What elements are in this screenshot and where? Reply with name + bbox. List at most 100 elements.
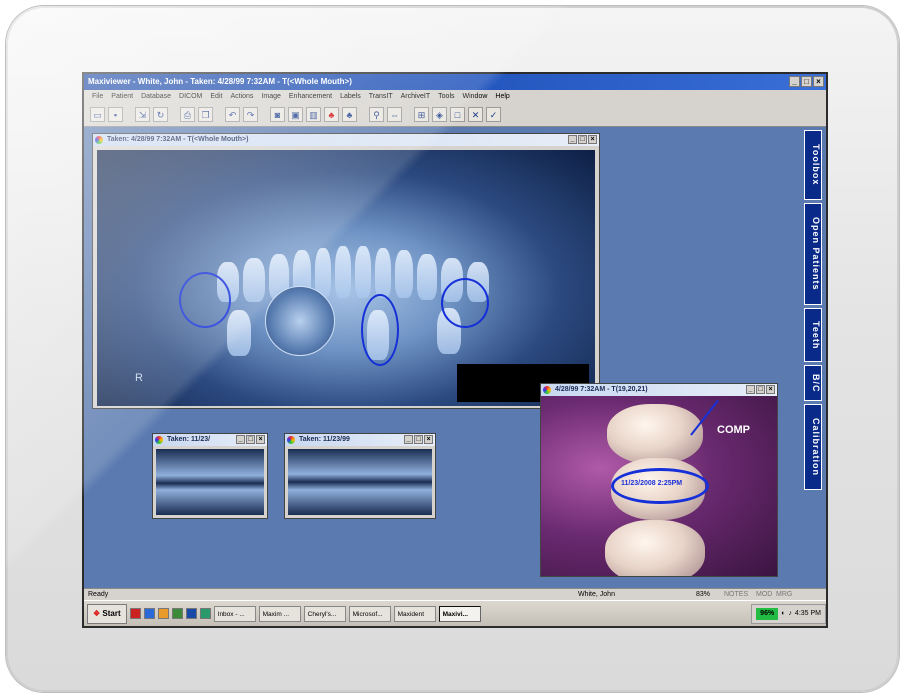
tab-open-patients[interactable]: Open Patients [804, 203, 822, 305]
menu-tools[interactable]: Tools [438, 90, 454, 103]
bitewing-1-titlebar: Taken: 11/23/ _ □ × [153, 434, 267, 446]
bitewing-1-minimize-button[interactable]: _ [236, 435, 245, 444]
tab-bc[interactable]: B/C [804, 365, 822, 401]
taskbar-item-cheryl[interactable]: Cheryl's... [303, 605, 346, 622]
side-tab-strip: Toolbox Open Patients Teeth B/C Calibrat… [804, 130, 822, 490]
search-icon[interactable]: ⚲ [369, 107, 384, 122]
magnifier-lens[interactable] [265, 286, 335, 356]
tooth [243, 258, 265, 302]
bitewing-window-1[interactable]: Taken: 11/23/ _ □ × [152, 433, 268, 519]
color-icon[interactable]: ◈ [432, 107, 447, 122]
quick-launch-app-icon[interactable] [143, 608, 155, 619]
menu-file[interactable]: File [92, 90, 103, 103]
tooth [395, 250, 413, 298]
tab-calibration[interactable]: Calibration [804, 404, 822, 490]
tooth-crown [605, 520, 705, 576]
intraoral-titlebar: 4/28/99 7:32AM - T(19,20,21) _ □ × [541, 384, 777, 396]
menu-image[interactable]: Image [261, 90, 280, 103]
intraoral-window[interactable]: 4/28/99 7:32AM - T(19,20,21) _ □ × 11/23… [540, 383, 778, 577]
quick-launch-app-icon[interactable] [129, 608, 141, 619]
quick-launch-app-icon[interactable] [157, 608, 169, 619]
taskbar-item-maxim[interactable]: Maxim ... [258, 605, 301, 622]
app-logo-icon [95, 136, 103, 144]
intraoral-maximize-button[interactable]: □ [756, 385, 765, 394]
panoramic-minimize-button[interactable]: _ [568, 135, 577, 144]
bitewing-1-close-button[interactable]: × [256, 435, 265, 444]
cross-tool-icon[interactable]: ✕ [468, 107, 483, 122]
checklist-icon[interactable]: ✓ [486, 107, 501, 122]
measure-icon[interactable]: ⇔ [387, 107, 402, 122]
sensor-icon[interactable]: ▣ [288, 107, 303, 122]
panoramic-window[interactable]: Taken: 4/28/99 7:32AM - T(<Whole Mouth>)… [92, 133, 600, 409]
intraoral-minimize-button[interactable]: _ [746, 385, 755, 394]
layout-icon[interactable]: ⊞ [414, 107, 429, 122]
bitewing-window-2[interactable]: Taken: 11/23/99 _ □ × [284, 433, 436, 519]
bitewing-1-maximize-button[interactable]: □ [246, 435, 255, 444]
redo-icon[interactable]: ↷ [243, 107, 258, 122]
blank-icon[interactable]: □ [450, 107, 465, 122]
tooth-blue-icon[interactable]: ♣ [342, 107, 357, 122]
bitewing-2-minimize-button[interactable]: _ [404, 435, 413, 444]
menu-edit[interactable]: Edit [210, 90, 222, 103]
tab-teeth[interactable]: Teeth [804, 308, 822, 362]
panoramic-maximize-button[interactable]: □ [578, 135, 587, 144]
panoramic-xray-image[interactable]: R [97, 150, 595, 406]
menu-archiveit[interactable]: ArchiveIT [401, 90, 431, 103]
clock[interactable]: 4:35 PM [795, 610, 821, 617]
intraoral-title: 4/28/99 7:32AM - T(19,20,21) [555, 386, 648, 393]
taskbar-item-maxident[interactable]: Maxident [393, 605, 436, 622]
taskbar-item-inbox[interactable]: Inbox - ... [213, 605, 256, 622]
tooth-crown [607, 404, 703, 464]
volume-icon[interactable]: ♪ [788, 610, 792, 617]
menu-labels[interactable]: Labels [340, 90, 361, 103]
menu-help[interactable]: Help [495, 90, 509, 103]
refresh-icon[interactable]: ↻ [153, 107, 168, 122]
tooth-red-icon[interactable]: ♣ [324, 107, 339, 122]
menu-transit[interactable]: TransIT [369, 90, 393, 103]
taskbar-item-maxiviewer[interactable]: Maxivi... [438, 605, 481, 622]
copy-icon[interactable]: ❐ [198, 107, 213, 122]
import-icon[interactable]: ⇲ [135, 107, 150, 122]
intraoral-photo[interactable]: 11/23/2008 2:25PM COMP [541, 396, 777, 576]
bitewing-2-close-button[interactable]: × [424, 435, 433, 444]
annotation-circle[interactable] [179, 272, 231, 328]
maximize-button[interactable]: □ [801, 76, 812, 87]
menu-patient[interactable]: Patient [111, 90, 133, 103]
bitewing-1-title: Taken: 11/23/ [167, 436, 211, 443]
toolbar: ▭ ▪ ⇲ ↻ ⎙ ❐ ↶ ↷ ◙ ▣ ▥ ♣ ♣ ⚲ ⇔ ⊞ ◈ □ ✕ ✓ [84, 103, 826, 127]
menu-actions[interactable]: Actions [230, 90, 253, 103]
panoramic-title: Taken: 4/28/99 7:32AM - T(<Whole Mouth>) [107, 136, 249, 143]
start-button[interactable]: ❖ Start [87, 603, 127, 624]
app-title: Maxiviewer - White, John - Taken: 4/28/9… [88, 77, 352, 86]
panoramic-close-button[interactable]: × [588, 135, 597, 144]
battery-indicator[interactable]: 96% [756, 607, 779, 620]
taskbar-item-microsoft[interactable]: Microsof... [348, 605, 391, 622]
quick-launch-app-icon[interactable] [185, 608, 197, 619]
minimize-button[interactable]: _ [789, 76, 800, 87]
film-icon[interactable]: ▥ [306, 107, 321, 122]
annotation-circle[interactable] [441, 278, 489, 328]
print-icon[interactable]: ⎙ [180, 107, 195, 122]
quick-launch-app-icon[interactable] [199, 608, 211, 619]
bitewing-2-maximize-button[interactable]: □ [414, 435, 423, 444]
tooth [417, 254, 437, 300]
menu-window[interactable]: Window [463, 90, 488, 103]
bitewing-2-titlebar: Taken: 11/23/99 _ □ × [285, 434, 435, 446]
close-button[interactable]: × [813, 76, 824, 87]
intraoral-close-button[interactable]: × [766, 385, 775, 394]
tab-toolbox[interactable]: Toolbox [804, 130, 822, 200]
menu-dicom[interactable]: DICOM [179, 90, 202, 103]
camera-icon[interactable]: ◙ [270, 107, 285, 122]
bitewing-2-xray-image[interactable] [288, 449, 432, 515]
annotation-circle[interactable] [361, 294, 399, 366]
open-folder-icon[interactable]: ▭ [90, 107, 105, 122]
menu-database[interactable]: Database [141, 90, 171, 103]
app-screen: Maxiviewer - White, John - Taken: 4/28/9… [82, 72, 828, 628]
menu-enhancement[interactable]: Enhancement [289, 90, 332, 103]
bitewing-1-xray-image[interactable] [156, 449, 264, 515]
quick-launch-app-icon[interactable] [171, 608, 183, 619]
save-icon[interactable]: ▪ [108, 107, 123, 122]
network-icon[interactable]: ◐ [781, 610, 785, 617]
undo-icon[interactable]: ↶ [225, 107, 240, 122]
tooth [227, 310, 251, 356]
